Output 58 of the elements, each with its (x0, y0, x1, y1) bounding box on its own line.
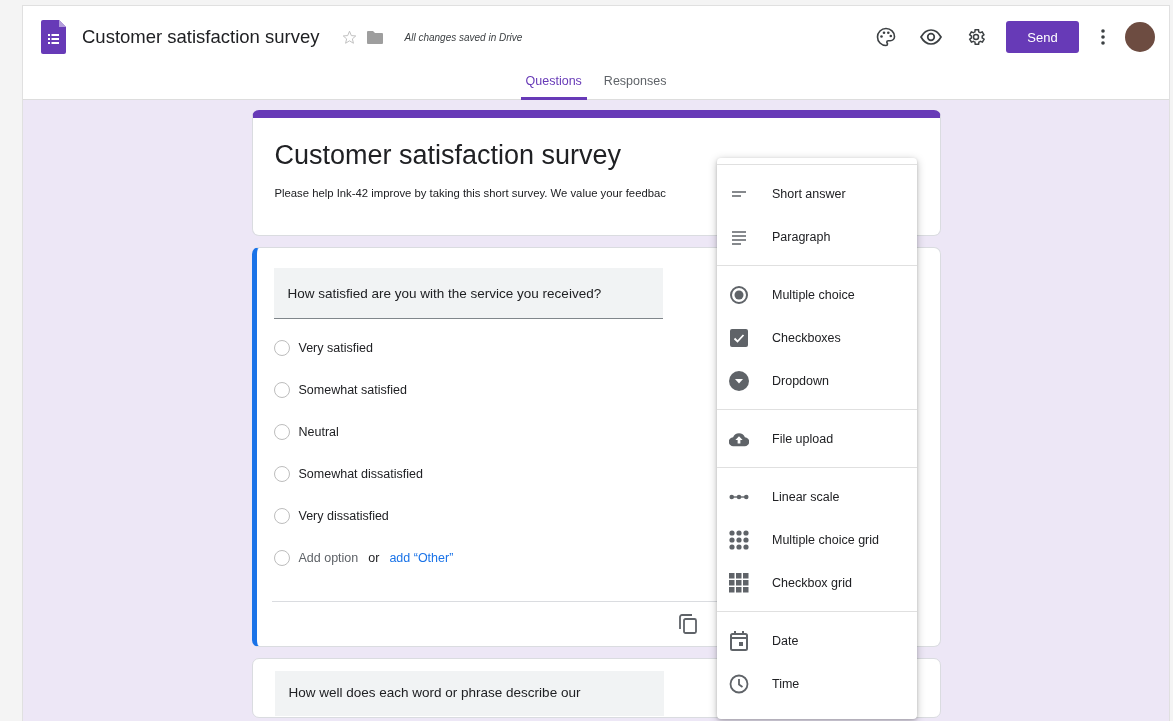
question-type-option[interactable]: Short answer (717, 172, 917, 215)
option-label[interactable]: Very satisfied (298, 341, 373, 355)
option-label: Checkbox grid (772, 575, 852, 590)
option-label: Time (772, 676, 800, 691)
folder-icon[interactable] (366, 30, 383, 44)
option-label: File upload (772, 431, 834, 446)
question-field[interactable]: How well does each word or phrase describe our (274, 671, 664, 716)
calendar-icon (730, 630, 748, 651)
add-option-field[interactable]: Add option (298, 551, 359, 565)
option-label: Multiple choice (772, 287, 855, 302)
checkbox-icon (730, 328, 748, 347)
question-type-option[interactable]: Paragraph (717, 215, 917, 258)
question-type-option[interactable]: Date (717, 619, 917, 662)
form-description[interactable]: Please help Ink-42 improve by taking this short survey. We value your feedbac (274, 187, 666, 199)
option-label: Linear scale (772, 489, 840, 504)
option-label: Short answer (772, 186, 846, 201)
option-label[interactable]: Somewhat satisfied (298, 383, 407, 397)
dropdown-circle-icon (729, 370, 749, 391)
cloud-upload-icon (729, 430, 749, 447)
option-label: Checkboxes (772, 330, 841, 345)
option-label[interactable]: Somewhat dissatisfied (298, 467, 423, 481)
clock-icon (729, 673, 749, 694)
option-label[interactable]: Very dissatisfied (298, 509, 389, 523)
save-status: All changes saved in Drive (404, 31, 524, 43)
question-type-option[interactable]: Dropdown (717, 359, 917, 402)
option-label: Date (772, 633, 799, 648)
option-label: Dropdown (772, 373, 829, 388)
duplicate-icon[interactable] (678, 614, 697, 634)
question-type-option[interactable]: Multiple choice (717, 273, 917, 316)
star-icon[interactable] (341, 29, 357, 45)
send-button[interactable]: Send (1006, 21, 1079, 53)
forms-logo-icon[interactable] (41, 20, 66, 54)
preview-eye-icon[interactable] (920, 29, 942, 45)
option-label[interactable]: Neutral (298, 425, 339, 439)
question-field[interactable]: How satisfied are you with the service you received? (273, 268, 663, 319)
or-text: or (368, 551, 380, 565)
radio-button-icon (729, 284, 749, 305)
avatar[interactable] (1125, 22, 1155, 52)
dots-line-icon (729, 492, 749, 501)
palette-icon[interactable] (876, 27, 896, 47)
question-type-option[interactable]: File upload (717, 417, 917, 460)
dot-grid-icon (729, 529, 749, 550)
more-options-icon[interactable] (1101, 29, 1105, 45)
short-lines-icon (732, 190, 746, 197)
question-type-option[interactable]: Checkboxes (717, 316, 917, 359)
form-title[interactable]: Customer satisfaction survey (274, 140, 918, 171)
add-other-link[interactable]: add “Other” (389, 551, 454, 565)
question-type-option[interactable]: Time (717, 662, 917, 705)
option-label: Paragraph (772, 229, 831, 244)
settings-icon[interactable] (966, 27, 986, 47)
question-type-option[interactable]: Checkbox grid (717, 561, 917, 604)
document-title[interactable]: Customer satisfaction survey (82, 26, 320, 48)
square-grid-icon (729, 572, 749, 593)
option-label: Multiple choice grid (772, 532, 879, 547)
tab[interactable]: Questions (520, 68, 587, 100)
question-type-option[interactable]: Multiple choice grid (717, 518, 917, 561)
tab[interactable]: Responses (598, 68, 672, 100)
question-type-option[interactable]: Linear scale (717, 475, 917, 518)
